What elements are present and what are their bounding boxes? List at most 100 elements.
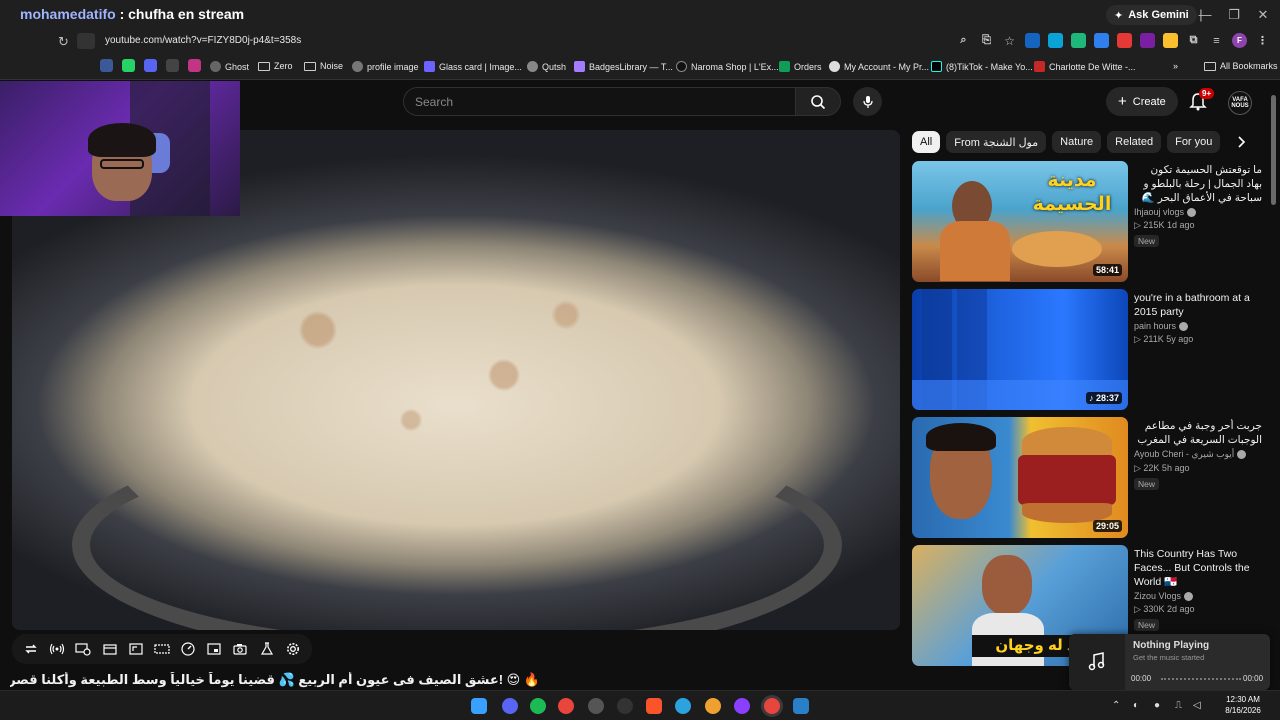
network-icon[interactable]: ⎍ bbox=[1175, 700, 1182, 711]
chip-nature[interactable]: Nature bbox=[1052, 131, 1102, 153]
extension-icon-2[interactable] bbox=[1048, 33, 1063, 48]
facebook-bookmark-icon[interactable] bbox=[100, 59, 113, 72]
loop-icon[interactable] bbox=[23, 641, 39, 657]
chrome-taskbar-icon[interactable] bbox=[558, 698, 574, 714]
settings-gear-icon[interactable] bbox=[285, 641, 301, 657]
video-title-text[interactable]: جربت أحر وجبة في مطاعم الوجبات السريعة ف… bbox=[1134, 419, 1262, 447]
voice-search-button[interactable] bbox=[853, 87, 882, 116]
extensions-puzzle-icon[interactable]: ⧉ bbox=[1186, 33, 1201, 48]
extension-icon-3[interactable] bbox=[1071, 33, 1086, 48]
discord-taskbar-icon[interactable] bbox=[502, 698, 518, 714]
extension-icon-6[interactable] bbox=[1140, 33, 1155, 48]
obs-taskbar-icon[interactable] bbox=[588, 698, 604, 714]
whatsapp-bookmark-icon[interactable] bbox=[122, 59, 135, 72]
bookmark-badgeslibrary[interactable]: BadgesLibrary — T... bbox=[574, 61, 673, 72]
channel-name[interactable]: Ihjaouj vlogs bbox=[1134, 207, 1184, 217]
tray-chevron-icon[interactable]: ⌃ bbox=[1112, 700, 1120, 711]
folder-icon bbox=[258, 61, 270, 71]
search-input[interactable]: Search bbox=[403, 87, 796, 116]
bookmark-profile-image[interactable]: profile image bbox=[352, 61, 419, 72]
telegram-taskbar-icon[interactable] bbox=[675, 698, 691, 714]
taskbar-clock[interactable]: 12:30 AM 8/16/2026 bbox=[1212, 694, 1274, 716]
webcam-hair bbox=[88, 123, 156, 157]
microphone-tray-icon[interactable]: ● bbox=[1154, 700, 1160, 711]
search-button[interactable] bbox=[795, 87, 841, 116]
music-widget[interactable]: Nothing Playing Get the music started 00… bbox=[1069, 634, 1270, 690]
close-button[interactable]: ✕ bbox=[1246, 7, 1280, 23]
url-field[interactable]: youtube.com/watch?v=FIZY8D0j-p4&t=358s bbox=[105, 35, 301, 46]
channel-name[interactable]: Ayoub Cheri - أيوب شيري bbox=[1134, 449, 1234, 460]
windows-start-icon[interactable] bbox=[471, 698, 487, 714]
channel-name[interactable]: Zizou Vlogs bbox=[1134, 591, 1181, 601]
site-info-icon[interactable] bbox=[77, 33, 95, 49]
bookmark-label: Glass card | Image... bbox=[439, 61, 522, 72]
video-title-text[interactable]: ما توقعتش الحسيمة تكون بهاد الجمال | رحل… bbox=[1134, 163, 1262, 205]
remote-desktop-taskbar-icon[interactable] bbox=[793, 698, 809, 714]
extension-icon-1[interactable] bbox=[1025, 33, 1040, 48]
chip-for-you[interactable]: For you bbox=[1167, 131, 1221, 153]
recommendation-item[interactable]: ♪ 28:37 you're in a bathroom at a 2015 p… bbox=[912, 289, 1272, 411]
page-scrollbar[interactable] bbox=[1271, 95, 1276, 205]
install-icon[interactable]: ⎘ bbox=[979, 33, 994, 48]
bookmark-noise[interactable]: Noise bbox=[304, 61, 343, 71]
chips-next-button[interactable] bbox=[1230, 131, 1252, 153]
video-thumbnail[interactable]: ♪ 28:37 bbox=[912, 289, 1128, 410]
account-avatar[interactable]: VAFA NOUS bbox=[1228, 91, 1252, 115]
bookmark-charlotte[interactable]: Charlotte De Witte -... bbox=[1034, 61, 1136, 72]
bookmark-orders[interactable]: Orders bbox=[779, 61, 822, 72]
clip-icon[interactable] bbox=[102, 641, 118, 657]
speed-icon[interactable] bbox=[180, 641, 196, 657]
reload-icon[interactable]: ↻ bbox=[58, 34, 69, 50]
reading-list-icon[interactable]: ≡ bbox=[1209, 33, 1224, 48]
tray-app-icon[interactable]: ◐ bbox=[1133, 700, 1139, 711]
bookmark-zero[interactable]: Zero bbox=[258, 61, 293, 71]
bookmark-qutsh[interactable]: Qutsh bbox=[527, 61, 566, 72]
instagram-bookmark-icon[interactable] bbox=[188, 59, 201, 72]
extension-icon-4[interactable] bbox=[1094, 33, 1109, 48]
browser-menu-icon[interactable]: ⋮ bbox=[1255, 33, 1270, 48]
extension-icon-7[interactable] bbox=[1163, 33, 1178, 48]
bookmark-naroma-shop[interactable]: Naroma Shop | L'Ex... bbox=[676, 61, 779, 72]
extension-icon-5[interactable] bbox=[1117, 33, 1132, 48]
theater-mode-icon[interactable] bbox=[154, 641, 170, 657]
firefox-taskbar-icon[interactable] bbox=[705, 698, 721, 714]
brave-taskbar-icon[interactable] bbox=[646, 698, 662, 714]
bookmark-glass-card[interactable]: Glass card | Image... bbox=[424, 61, 522, 72]
broadcast-icon[interactable] bbox=[49, 641, 65, 657]
discord-bookmark-icon[interactable] bbox=[144, 59, 157, 72]
chrome-active-taskbar-icon[interactable] bbox=[764, 698, 780, 714]
video-thumbnail[interactable]: مدينة الحسيمة 58:41 bbox=[912, 161, 1128, 282]
zoom-icon[interactable]: ⌕ bbox=[956, 33, 971, 48]
volume-icon[interactable]: ◁ bbox=[1193, 700, 1201, 711]
app-bookmark-icon[interactable] bbox=[166, 59, 179, 72]
chip-all[interactable]: All bbox=[912, 131, 941, 153]
chip-from-channel[interactable]: From مول الشنجة bbox=[946, 131, 1047, 153]
bookmark-tiktok[interactable]: (8)TikTok - Make Yo... bbox=[931, 61, 1033, 72]
video-title-text[interactable]: you're in a bathroom at a 2015 party bbox=[1134, 291, 1262, 319]
watch-later-icon[interactable] bbox=[75, 641, 92, 657]
app-taskbar-icon[interactable] bbox=[617, 698, 633, 714]
bookmark-label: Charlotte De Witte -... bbox=[1049, 61, 1136, 72]
profile-icon[interactable]: F bbox=[1232, 33, 1247, 48]
flask-icon[interactable] bbox=[259, 641, 275, 657]
bookmarks-overflow[interactable]: » bbox=[1173, 61, 1178, 71]
fullscreen-icon[interactable] bbox=[128, 641, 144, 657]
channel-name[interactable]: pain hours bbox=[1134, 321, 1176, 331]
video-title-text[interactable]: This Country Has Two Faces... But Contro… bbox=[1134, 547, 1262, 589]
naroma-icon bbox=[676, 61, 687, 72]
screenshot-camera-icon[interactable] bbox=[232, 641, 248, 657]
chip-related[interactable]: Related bbox=[1107, 131, 1162, 153]
music-seek-bar[interactable] bbox=[1161, 678, 1241, 680]
pip-icon[interactable] bbox=[206, 641, 222, 657]
recommendation-item[interactable]: 29:05 جربت أحر وجبة في مطاعم الوجبات الس… bbox=[912, 417, 1272, 539]
globe-icon bbox=[352, 61, 363, 72]
video-thumbnail[interactable]: 29:05 bbox=[912, 417, 1128, 538]
all-bookmarks[interactable]: All Bookmarks bbox=[1204, 61, 1278, 71]
bookmark-ghost[interactable]: Ghost bbox=[210, 61, 249, 72]
bookmark-my-account[interactable]: My Account - My Pr... bbox=[829, 61, 929, 72]
bookmark-star-icon[interactable]: ☆ bbox=[1002, 33, 1017, 48]
recommendation-item[interactable]: مدينة الحسيمة 58:41 ما توقعتش الحسيمة تك… bbox=[912, 161, 1272, 283]
create-button[interactable]: + Create bbox=[1106, 87, 1178, 116]
app2-taskbar-icon[interactable] bbox=[734, 698, 750, 714]
spotify-taskbar-icon[interactable] bbox=[530, 698, 546, 714]
